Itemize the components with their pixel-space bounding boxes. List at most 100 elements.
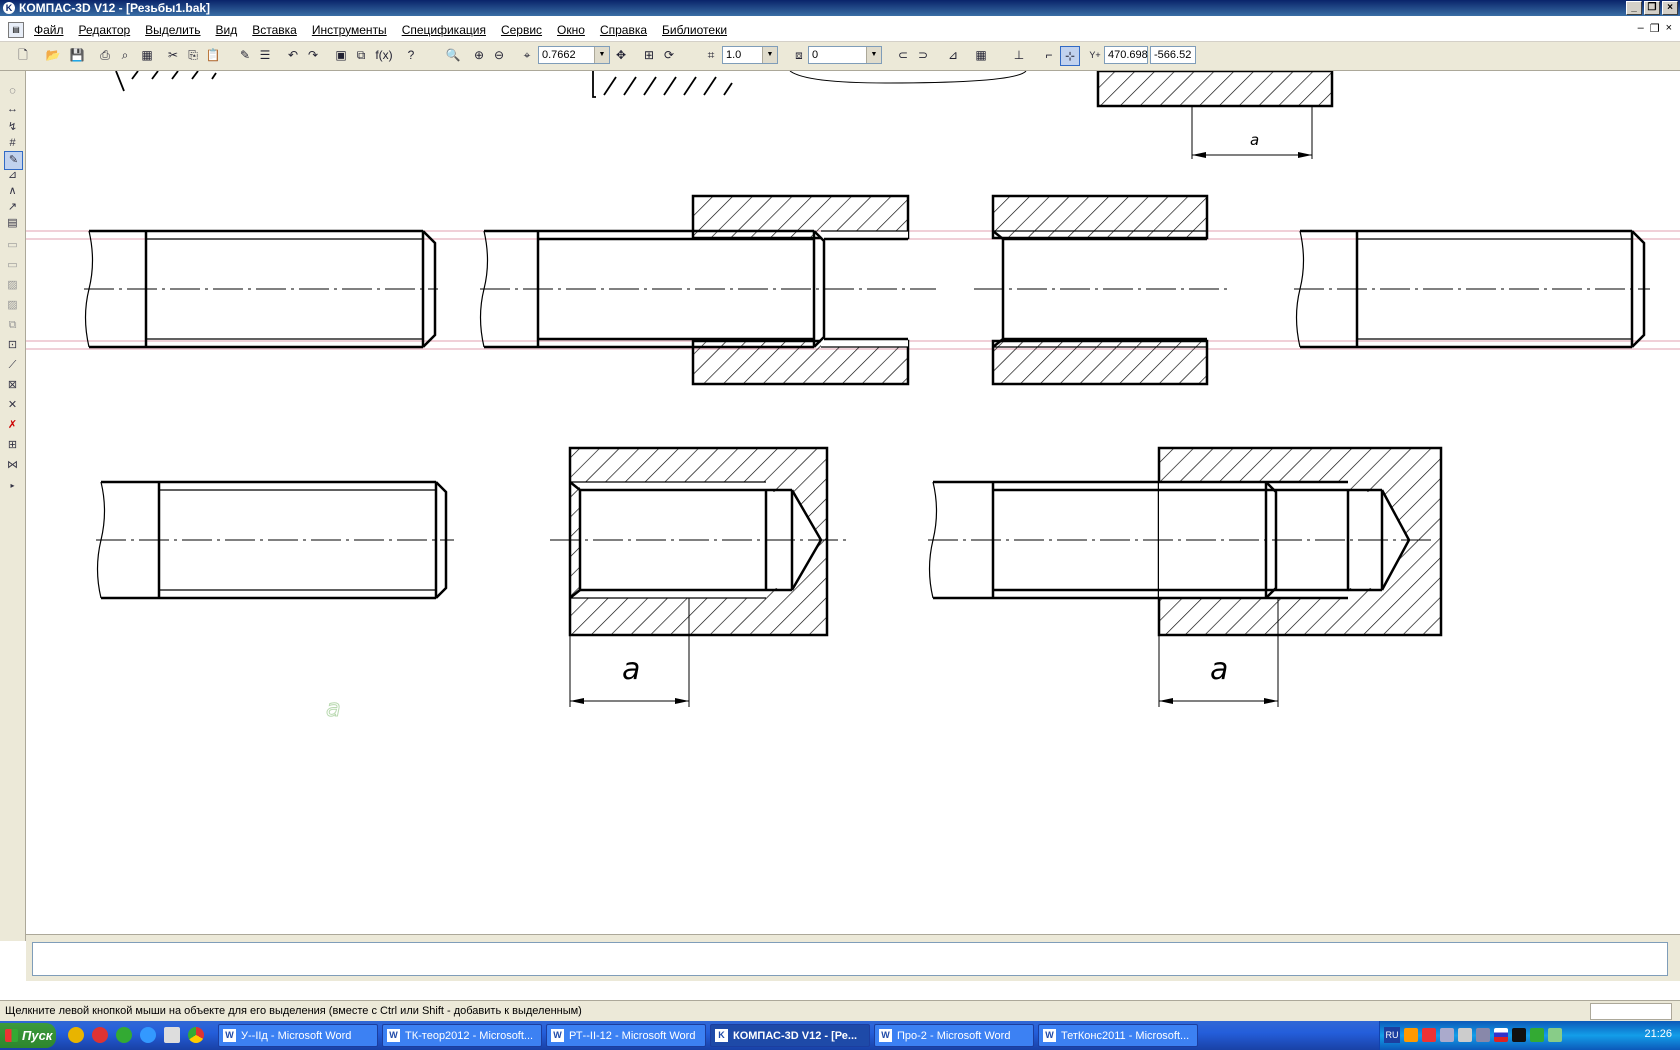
manager-icon[interactable]: ▣ (332, 46, 350, 64)
menu-edit[interactable]: Редактор (79, 23, 131, 37)
symbols-icon[interactable]: ↯ (4, 119, 21, 136)
tool-icon[interactable]: ⧉ (4, 317, 21, 334)
step-cursor-icon[interactable]: ⌗ (702, 46, 720, 64)
zoom-out-icon[interactable]: ⊖ (490, 46, 508, 64)
menu-libraries[interactable]: Библиотеки (662, 23, 727, 37)
taskbar-item-word-3[interactable]: W РТ--II-12 - Microsoft Word (546, 1024, 706, 1047)
tray-app-icon[interactable] (1404, 1028, 1418, 1042)
drawing-canvas[interactable]: a a a a (26, 69, 1680, 934)
close-button[interactable]: × (1662, 1, 1678, 15)
restore-button[interactable]: ❐ (1644, 1, 1660, 15)
minimize-button[interactable]: _ (1626, 1, 1642, 15)
print-icon[interactable]: ⎙ (96, 46, 114, 64)
help-cursor-icon[interactable]: ? (402, 46, 420, 64)
kompas-app-icon[interactable]: K (3, 2, 15, 14)
document-icon[interactable]: ▤ (8, 22, 24, 38)
tool-icon[interactable]: ▭ (4, 237, 21, 254)
chrome-icon[interactable] (188, 1027, 204, 1043)
menu-tools[interactable]: Инструменты (312, 23, 387, 37)
zoom-field[interactable]: 0.7662 ▼ (538, 46, 610, 64)
internet-explorer-icon[interactable] (140, 1027, 156, 1043)
zoom-in-icon[interactable]: ⊕ (470, 46, 488, 64)
menu-insert[interactable]: Вставка (252, 23, 297, 37)
menu-file[interactable]: Файл (34, 23, 64, 37)
tool-icon[interactable]: ▨ (4, 277, 21, 294)
current-point-icon[interactable]: ⊹ (1060, 46, 1080, 66)
dimensions-icon[interactable]: ↔ (4, 101, 21, 118)
menu-view[interactable]: Вид (216, 23, 238, 37)
menu-window[interactable]: Окно (557, 23, 585, 37)
open-folder-icon[interactable]: 📂 (44, 46, 62, 64)
measure-icon[interactable]: ∧ (4, 183, 21, 200)
tray-app-icon[interactable] (1530, 1028, 1544, 1042)
flag-icon[interactable] (1494, 1028, 1508, 1042)
layers-icon[interactable]: ⧈ (790, 46, 808, 64)
coord-y-field[interactable]: -566.52 (1150, 46, 1196, 64)
taskbar-item-kompas[interactable]: K КОМПАС-3D V12 - [Ре... (710, 1024, 870, 1047)
tray-app-icon[interactable] (1548, 1028, 1562, 1042)
menu-help[interactable]: Справка (600, 23, 647, 37)
taskbar-item-word-5[interactable]: W ТетКонс2011 - Microsoft... (1038, 1024, 1198, 1047)
tool-icon[interactable]: ▭ (4, 257, 21, 274)
ortho-icon[interactable]: ⊿ (944, 46, 962, 64)
quicklaunch-app-icon[interactable] (68, 1027, 84, 1043)
cursor-step-field[interactable]: 1.0 ▼ (722, 46, 778, 64)
new-document-icon[interactable]: 🗋 (14, 46, 32, 64)
print-preview-icon[interactable]: ⌕ (116, 46, 134, 64)
redo-icon[interactable]: ↷ (304, 46, 322, 64)
tool-icon[interactable]: ⊡ (4, 337, 21, 354)
tray-app-icon[interactable] (1440, 1028, 1454, 1042)
select-icon[interactable]: ↗ (4, 199, 21, 216)
copy-icon[interactable]: ⎘ (184, 46, 202, 64)
parametrization-icon[interactable]: ⊿ (4, 167, 21, 184)
zoom-scale-icon[interactable]: ⌖ (518, 46, 536, 64)
chevron-down-icon[interactable]: ▼ (594, 47, 609, 63)
grid-icon[interactable]: ▦ (972, 46, 990, 64)
tree-icon[interactable]: ☰ (256, 46, 274, 64)
doc-minimize-button[interactable]: – (1638, 22, 1644, 35)
grid-icon[interactable]: # (4, 135, 21, 152)
geometry-icon[interactable]: ◌ (4, 83, 21, 100)
spec-icon[interactable]: ▤ (4, 215, 21, 232)
local-snap-icon[interactable]: ⊃ (914, 46, 932, 64)
refresh-icon[interactable]: ⟳ (660, 46, 678, 64)
language-indicator[interactable]: RU (1384, 1027, 1400, 1043)
coordinate-system-icon[interactable]: ⊥ (1010, 46, 1028, 64)
snap-magnet-icon[interactable]: ⊂ (894, 46, 912, 64)
chevron-down-icon[interactable]: ▼ (762, 47, 777, 63)
menu-specification[interactable]: Спецификация (402, 23, 486, 37)
volume-icon[interactable] (1458, 1028, 1472, 1042)
taskbar-item-word-1[interactable]: W У--IIд - Microsoft Word (218, 1024, 378, 1047)
taskbar-item-word-2[interactable]: W ТК-теор2012 - Microsoft... (382, 1024, 542, 1047)
property-panel-field[interactable] (32, 942, 1668, 976)
quicklaunch-app-icon[interactable] (116, 1027, 132, 1043)
variables-fx-icon[interactable]: f(x) (372, 46, 396, 64)
start-button[interactable]: Пуск (0, 1023, 56, 1048)
tray-app-icon[interactable] (1422, 1028, 1436, 1042)
quicklaunch-app-icon[interactable] (92, 1027, 108, 1043)
tool-icon[interactable]: ⋈ (4, 457, 21, 474)
doc-restore-button[interactable]: ❐ (1650, 22, 1660, 35)
show-desktop-icon[interactable] (164, 1027, 180, 1043)
library-icon[interactable]: ⧉ (352, 46, 370, 64)
tool-icon[interactable]: ⊠ (4, 377, 21, 394)
show-all-icon[interactable]: ⊞ (640, 46, 658, 64)
doc-close-button[interactable]: × (1666, 22, 1672, 35)
tray-app-icon[interactable] (1512, 1028, 1526, 1042)
tool-icon[interactable]: ✕ (4, 397, 21, 414)
chevron-down-icon[interactable]: ▼ (866, 47, 881, 63)
undo-icon[interactable]: ↶ (284, 46, 302, 64)
menu-select[interactable]: Выделить (145, 23, 200, 37)
chevron-right-icon[interactable]: ▸ (4, 477, 21, 494)
coord-x-field[interactable]: 470.698 (1104, 46, 1148, 64)
cut-icon[interactable]: ✂ (164, 46, 182, 64)
tool-icon[interactable]: ▨ (4, 297, 21, 314)
menu-service[interactable]: Сервис (501, 23, 542, 37)
pan-icon[interactable]: ✥ (612, 46, 630, 64)
taskbar-item-word-4[interactable]: W Про-2 - Microsoft Word (874, 1024, 1034, 1047)
tool-icon[interactable]: ⊞ (4, 437, 21, 454)
zoom-window-icon[interactable]: 🔍 (444, 46, 462, 64)
round-icon[interactable]: ⌐ (1040, 46, 1058, 64)
network-icon[interactable] (1476, 1028, 1490, 1042)
delete-icon[interactable]: ✗ (4, 417, 21, 434)
